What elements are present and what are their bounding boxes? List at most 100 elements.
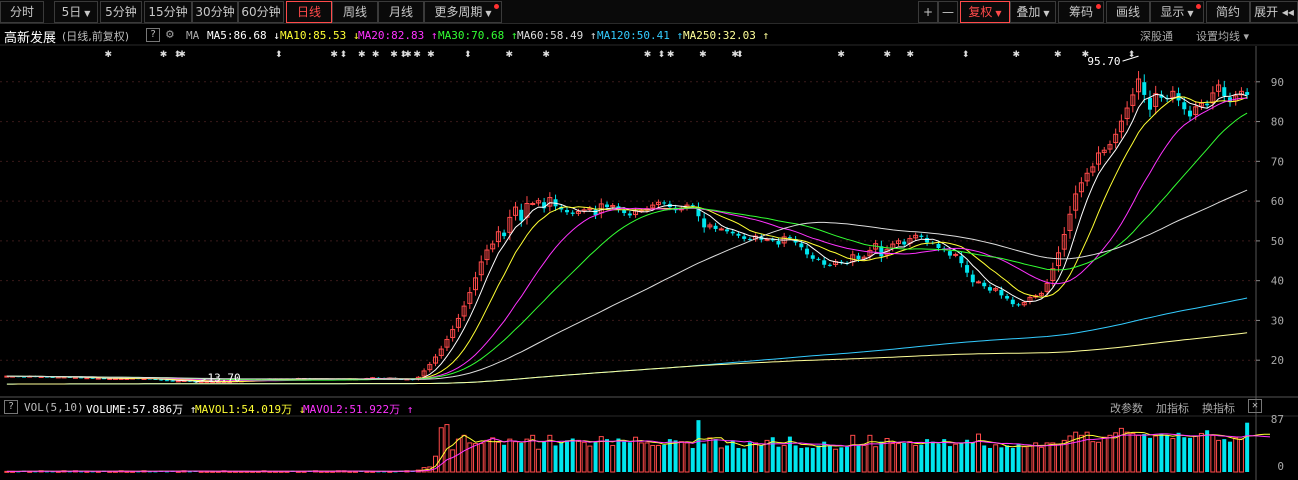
candle-body-down — [742, 236, 747, 239]
volume-bar-down — [1245, 422, 1250, 472]
event-star: ⬍ — [658, 50, 666, 60]
volume-bar-down — [925, 439, 930, 472]
volume-bar-down — [747, 442, 752, 472]
volume-bar-down — [930, 441, 935, 472]
candle-body-down — [736, 233, 741, 236]
switch-indicator-button[interactable]: 换指标 — [1202, 400, 1235, 416]
volume-bar-down — [959, 442, 964, 472]
ma-line-ma30 — [6, 112, 1248, 381]
candle-body-down — [936, 243, 941, 249]
low-price-label: 13.70 — [207, 371, 240, 384]
volume-bar-down — [805, 447, 810, 472]
candle-body-down — [662, 202, 667, 204]
ma-line-ma20 — [6, 97, 1248, 382]
ma-line-ma10 — [6, 96, 1248, 383]
candle-body-up — [976, 281, 982, 284]
candle-body-up — [175, 380, 181, 383]
vol-help-icon[interactable]: ? — [4, 400, 18, 414]
candle-body-down — [925, 238, 930, 243]
candle-body-down — [965, 265, 970, 273]
candle-body-down — [1245, 92, 1250, 95]
candle-body-down — [1187, 110, 1192, 117]
candle-body-up — [530, 203, 536, 205]
ma-lines — [6, 93, 1248, 385]
volume-bar-down — [542, 441, 547, 472]
volume-bar-up — [638, 442, 644, 473]
event-star: ✱ — [883, 50, 891, 60]
volume-bar-up — [1073, 431, 1079, 473]
volume-bar-down — [696, 420, 701, 472]
event-star: ✱ — [104, 50, 112, 60]
volume-bar-up — [1198, 432, 1204, 473]
volume-bar-up — [913, 444, 919, 473]
volume-bar-up — [633, 436, 639, 473]
event-star: ✱ — [404, 50, 412, 60]
volume-bar-up — [1193, 435, 1199, 473]
volume-bar-up — [1124, 431, 1130, 473]
volume-bar-down — [742, 448, 747, 472]
axis-tick-label: 40 — [1271, 275, 1284, 288]
volume-bar-up — [976, 433, 982, 473]
volume-bar-down — [816, 445, 821, 472]
candle-body-up — [953, 253, 959, 256]
volume-bar-up — [507, 438, 513, 473]
axis-tick-label: 30 — [1271, 314, 1284, 327]
mavol1-value: MAVOL1:54.019万 ↓ — [195, 403, 306, 416]
mavol-line-ma20 — [6, 433, 1271, 472]
volume-bar-up — [575, 439, 581, 473]
candle-body-down — [1010, 299, 1015, 305]
volume-bar-down — [1147, 437, 1152, 472]
candle-body-down — [702, 218, 707, 228]
volume-bar-down — [1227, 441, 1232, 472]
volume-bar-up — [1056, 443, 1062, 473]
volume-bar-down — [1142, 434, 1147, 472]
candle-body-down — [164, 380, 169, 382]
candle-body-down — [627, 213, 632, 216]
volume-bar-up — [718, 447, 724, 473]
candle-body-down — [816, 258, 821, 260]
close-icon[interactable]: ✕ — [1248, 399, 1262, 413]
volume-bar-up — [524, 438, 530, 473]
ma-line-ma60 — [6, 189, 1248, 380]
volume-bar-down — [793, 445, 798, 472]
volume-bar-down — [902, 442, 907, 472]
volume-bar-up — [993, 444, 999, 473]
volume-bar-up — [1050, 442, 1056, 473]
volume-bar-down — [604, 439, 609, 472]
volume-bar-up — [1216, 439, 1222, 473]
volume-bar-up — [1101, 436, 1107, 473]
event-star: ✱ — [413, 50, 421, 60]
candle-body-down — [947, 251, 952, 256]
vol-name[interactable]: VOL(5,10) — [24, 401, 84, 414]
add-indicator-button[interactable]: 加指标 — [1156, 400, 1189, 416]
candle-body-down — [856, 255, 861, 260]
volume-bar-up — [1084, 431, 1090, 473]
volume-bar-down — [713, 439, 718, 472]
volume-bar-down — [627, 442, 632, 472]
event-star: ✱ — [330, 50, 338, 60]
change-params-button[interactable]: 改参数 — [1110, 400, 1143, 416]
volume-bar-down — [936, 443, 941, 472]
candle-body-up — [718, 228, 724, 231]
candle-body-down — [999, 289, 1004, 296]
volume-bar-up — [513, 441, 519, 473]
candle-body-down — [1005, 296, 1010, 299]
candle-body-down — [747, 239, 752, 241]
candle-body-down — [776, 240, 781, 245]
volume-bar-up — [581, 441, 587, 473]
volume-bar-up — [867, 434, 873, 473]
volume-bar-down — [1010, 447, 1015, 472]
event-star: ✱ — [542, 50, 550, 60]
volume-bar-up — [650, 444, 656, 473]
candlesticks — [4, 71, 1250, 384]
axis-tick-label: 80 — [1271, 116, 1284, 129]
event-star: ⬍ — [962, 50, 970, 60]
event-star: ⬍ — [736, 50, 744, 60]
volume-bar-up — [678, 441, 684, 473]
candle-body-down — [799, 243, 804, 248]
volume-bar-down — [970, 442, 975, 472]
volume-bar-up — [764, 439, 770, 473]
volume-bar-up — [1027, 445, 1033, 473]
volume-bar-up — [587, 445, 593, 473]
candle-body-up — [764, 238, 770, 241]
